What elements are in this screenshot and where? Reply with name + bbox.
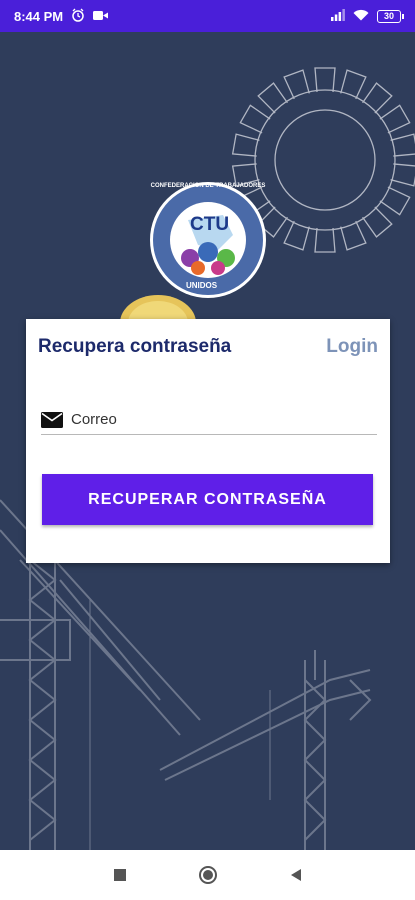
recover-password-card: Recupera contraseña Login RECUPERAR CONT…: [26, 319, 390, 563]
battery-level: 30: [383, 11, 394, 21]
back-button[interactable]: [286, 865, 306, 885]
recents-icon: [113, 869, 126, 881]
status-right: 30: [331, 8, 404, 24]
status-left: 8:44 PM: [14, 8, 109, 25]
page-title: Recupera contraseña: [38, 336, 232, 357]
recents-button[interactable]: [110, 865, 130, 885]
email-field-container: [41, 405, 377, 435]
login-link[interactable]: Login: [326, 336, 378, 358]
logo-center-text: CTU: [190, 214, 230, 235]
status-bar: 8:44 PM 30: [0, 0, 415, 32]
ctu-logo: CTU CONFEDERACION DE TRABAJADORES UNIDOS: [148, 180, 268, 300]
crane-right-icon: [159, 650, 372, 850]
mail-icon: [41, 411, 63, 428]
home-icon: [198, 866, 217, 884]
navigation-bar: [0, 850, 415, 900]
wifi-icon: [353, 9, 369, 24]
back-icon: [290, 869, 301, 881]
logo-bottom-text: UNIDOS: [186, 281, 218, 290]
email-input[interactable]: [71, 411, 377, 428]
signal-icon: [331, 8, 345, 24]
video-icon: [93, 9, 109, 24]
status-time: 8:44 PM: [14, 8, 64, 24]
recover-password-button[interactable]: RECUPERAR CONTRASEÑA: [42, 474, 373, 525]
home-button[interactable]: [198, 865, 218, 885]
logo-ring-text: CONFEDERACION DE TRABAJADORES: [150, 183, 266, 189]
battery-icon: 30: [377, 9, 404, 23]
alarm-icon: [71, 8, 85, 25]
